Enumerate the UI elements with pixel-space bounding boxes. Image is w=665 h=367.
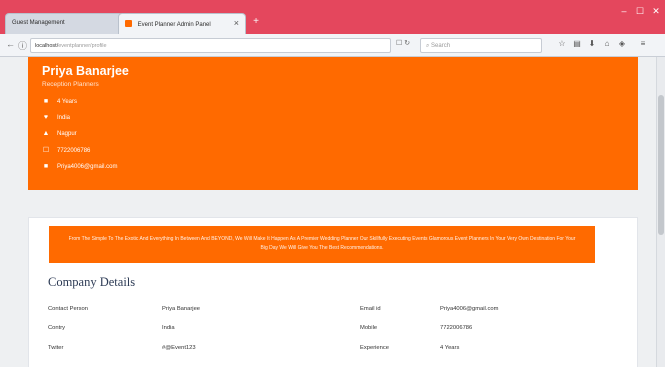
email-line: ■ Priya4006@gmail.com	[42, 163, 118, 170]
favicon-icon	[125, 20, 132, 27]
close-tab-icon[interactable]: ×	[234, 18, 239, 28]
location-pin-icon: ♥	[43, 114, 49, 121]
email-value[interactable]: Priya4006@gmail.com	[440, 306, 498, 312]
tab-guest-management[interactable]: Guest Management	[5, 13, 123, 34]
browser-window: Guest Management Event Planner Admin Pan…	[0, 0, 665, 367]
twitter-value[interactable]: #@Event123	[162, 345, 196, 351]
email-label: Email id	[360, 306, 381, 312]
search-input[interactable]: ⌕ Search	[420, 38, 542, 53]
close-window-button[interactable]: ✕	[649, 6, 663, 17]
new-tab-button[interactable]: +	[249, 17, 263, 28]
experience-text: 4 Years	[57, 99, 78, 105]
tab-event-planner-admin[interactable]: Event Planner Admin Panel ×	[118, 13, 246, 34]
mobile-value: 7722006786	[440, 325, 473, 331]
home-icon[interactable]: ⌂	[601, 39, 613, 48]
experience-value: 4 Years	[440, 345, 460, 351]
home-icon: ▲	[42, 130, 50, 137]
tab-label: Event Planner Admin Panel	[137, 22, 211, 28]
page-viewport: Priya Banarjee Reception Planners ■ 4 Yea…	[0, 57, 656, 367]
search-placeholder: Search	[431, 43, 451, 49]
title-bar: Guest Management Event Planner Admin Pan…	[0, 0, 665, 34]
phone-icon: ☐	[42, 147, 50, 154]
back-icon[interactable]: ←	[6, 39, 15, 49]
phone-line: ☐ 7722006786	[42, 146, 91, 154]
profile-header: Priya Banarjee Reception Planners ■ 4 Yea…	[28, 57, 638, 190]
reader-icon[interactable]: ▤	[571, 39, 583, 48]
star-icon[interactable]: ☆	[556, 39, 568, 48]
scrollbar-thumb[interactable]	[658, 95, 664, 235]
envelope-icon: ■	[43, 163, 49, 170]
country-label: Contry	[48, 325, 66, 331]
menu-icon[interactable]: ≡	[637, 39, 649, 48]
company-details-card: From The Simple To The Exotic And Everyt…	[28, 217, 638, 367]
pocket-icon[interactable]: ◈	[616, 39, 628, 48]
city-text: Nagpur	[57, 131, 77, 137]
mobile-label: Mobile	[360, 325, 378, 331]
url-path: eventplanner/profile	[58, 43, 107, 49]
minimize-button[interactable]: –	[617, 6, 631, 16]
company-banner: From The Simple To The Exotic And Everyt…	[49, 226, 595, 263]
city-line: ▲ Nagpur	[42, 130, 77, 137]
download-icon[interactable]: ⬇	[586, 39, 598, 48]
vertical-scrollbar[interactable]	[656, 57, 665, 367]
company-details-title: Company Details	[48, 275, 136, 289]
navigation-bar: ← ⓘ localhost/eventplanner/profile ☐ ↻ ⌕…	[0, 34, 665, 57]
tab-label: Guest Management	[12, 20, 65, 26]
experience-line: ■ 4 Years	[42, 98, 77, 105]
info-icon[interactable]: ⓘ	[18, 39, 27, 52]
twitter-label: Twiter	[48, 345, 64, 351]
experience-label: Experience	[360, 345, 390, 351]
email-text[interactable]: Priya4006@gmail.com	[57, 164, 117, 170]
country-value: India	[162, 325, 175, 331]
contact-person-label: Contact Person	[48, 306, 88, 312]
country-text: India	[57, 115, 71, 121]
country-line: ♥ India	[42, 114, 70, 121]
phone-text: 7722006786	[57, 148, 91, 154]
briefcase-icon: ■	[43, 98, 49, 105]
maximize-button[interactable]: ☐	[633, 6, 647, 17]
reload-icon[interactable]: ☐ ↻	[396, 39, 410, 47]
profile-name: Priya Banarjee	[42, 64, 129, 78]
url-host: localhost/	[35, 43, 59, 49]
contact-person-value: Priya Banarjee	[162, 306, 201, 312]
profile-role: Reception Planners	[42, 81, 99, 88]
address-bar[interactable]: localhost/eventplanner/profile	[30, 38, 391, 53]
